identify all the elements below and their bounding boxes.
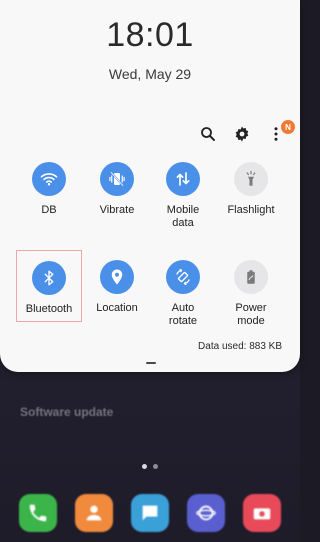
- app-dock: [0, 484, 300, 542]
- tile-power-mode[interactable]: Power mode: [218, 260, 284, 328]
- contacts-app-icon: [75, 494, 113, 532]
- tile-flashlight[interactable]: Flashlight: [218, 162, 284, 217]
- phone-app-icon: [19, 494, 57, 532]
- tile-vibrate[interactable]: Vibrate: [84, 162, 150, 217]
- panel-header-actions: N: [198, 120, 295, 144]
- wifi-icon[interactable]: [32, 162, 66, 196]
- quick-settings-panel: 18:01 Wed, May 29 N DB Vibrate Mobile da…: [0, 0, 300, 372]
- search-icon[interactable]: [198, 124, 218, 144]
- gear-icon[interactable]: [232, 124, 252, 144]
- tile-wifi[interactable]: DB: [16, 162, 82, 217]
- tile-location[interactable]: Location: [84, 260, 150, 315]
- panel-drag-handle[interactable]: [146, 362, 156, 364]
- tile-label-vibrate: Vibrate: [99, 204, 135, 216]
- data-arrows-icon[interactable]: [166, 162, 200, 196]
- page-indicator: [0, 464, 300, 469]
- clock-time[interactable]: 18:01: [0, 16, 300, 55]
- notification-title: Software update: [20, 405, 114, 419]
- location-pin-icon[interactable]: [100, 260, 134, 294]
- camera-app-icon: [243, 494, 281, 532]
- more-vertical-icon[interactable]: N: [266, 120, 295, 144]
- rotate-icon[interactable]: [166, 260, 200, 294]
- vibrate-icon[interactable]: [100, 162, 134, 196]
- tile-label-power-mode: Power mode: [235, 302, 267, 327]
- tile-auto-rotate[interactable]: Auto rotate: [150, 260, 216, 328]
- messages-app-icon: [131, 494, 169, 532]
- notification-desc: [20, 423, 280, 434]
- tile-label-flashlight: Flashlight: [227, 204, 275, 216]
- tile-label-bluetooth: Bluetooth: [25, 303, 73, 315]
- clock-date[interactable]: Wed, May 29: [0, 66, 300, 82]
- tile-label-mobile-data: Mobile data: [166, 204, 200, 229]
- background-notification: Software update: [20, 388, 280, 434]
- flashlight-icon[interactable]: [234, 162, 268, 196]
- tile-label-auto-rotate: Auto rotate: [168, 302, 198, 327]
- internet-app-icon: [187, 494, 225, 532]
- tile-mobile-data[interactable]: Mobile data: [150, 162, 216, 230]
- tile-bluetooth[interactable]: Bluetooth: [16, 250, 82, 322]
- notification-app: [20, 388, 280, 399]
- bluetooth-icon[interactable]: [32, 261, 66, 295]
- notification-badge: N: [281, 120, 295, 134]
- data-usage-text: Data used: 883 KB: [198, 341, 282, 352]
- tile-label-location: Location: [96, 302, 138, 314]
- tile-label-wifi: DB: [41, 204, 57, 216]
- battery-icon[interactable]: [234, 260, 268, 294]
